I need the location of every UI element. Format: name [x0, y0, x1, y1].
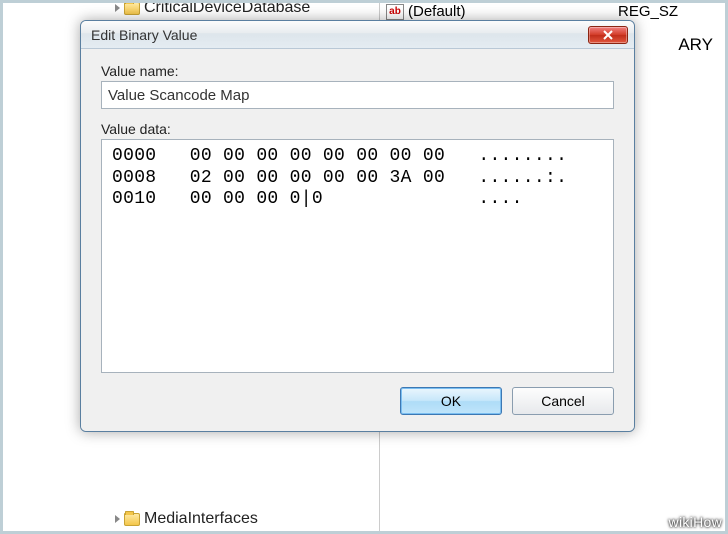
- expand-icon[interactable]: [115, 515, 120, 523]
- folder-icon: [124, 2, 140, 15]
- tree-item-label: MediaInterfaces: [144, 510, 258, 528]
- close-button[interactable]: [588, 26, 628, 44]
- hex-editor[interactable]: 0000 00 00 00 00 00 00 00 00 ........ 00…: [101, 139, 614, 373]
- expand-icon[interactable]: [115, 4, 120, 12]
- tree-item-label: CriticalDeviceDatabase: [144, 0, 310, 17]
- ok-button[interactable]: OK: [400, 387, 502, 415]
- close-icon: [602, 30, 614, 40]
- tree-item[interactable]: CriticalDeviceDatabase: [115, 0, 310, 19]
- dialog-titlebar[interactable]: Edit Binary Value: [81, 21, 634, 49]
- edit-binary-dialog: Edit Binary Value Value name: Value data…: [80, 20, 635, 432]
- dialog-body: Value name: Value data: 0000 00 00 00 00…: [81, 49, 634, 431]
- value-type-partial: ARY: [678, 35, 713, 55]
- value-name: (Default): [408, 3, 466, 20]
- string-icon: ab: [386, 4, 404, 20]
- value-name-label: Value name:: [101, 63, 614, 79]
- value-type: REG_SZ: [618, 3, 678, 20]
- value-name-input[interactable]: [101, 81, 614, 109]
- tree-item[interactable]: MediaInterfaces: [115, 508, 258, 530]
- value-data-label: Value data:: [101, 121, 614, 137]
- folder-icon: [124, 513, 140, 526]
- dialog-title: Edit Binary Value: [91, 27, 588, 43]
- value-row[interactable]: ab (Default) REG_SZ: [380, 2, 728, 21]
- dialog-buttons: OK Cancel: [101, 387, 614, 415]
- cancel-button[interactable]: Cancel: [512, 387, 614, 415]
- watermark: wikiHow: [669, 514, 722, 530]
